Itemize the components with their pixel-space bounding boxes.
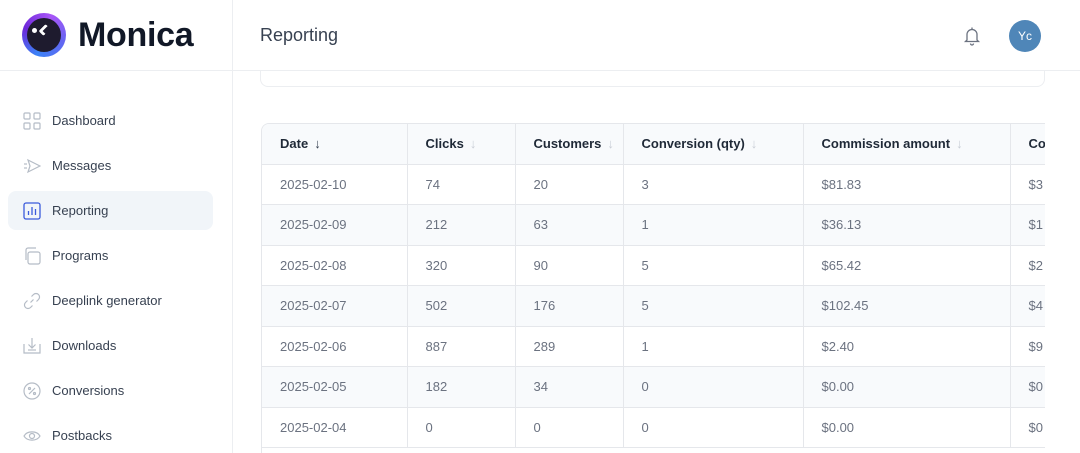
sidebar-item-label: Conversions — [52, 383, 125, 398]
cell-clicks: 887 — [407, 326, 516, 367]
table-row: 2025-02-10 74 20 3 $81.83 $3 — [262, 164, 1045, 205]
cell-commission: $0.00 — [803, 407, 1011, 448]
cell-commission: $102.45 — [803, 285, 1011, 327]
cell-clicks: 212 — [407, 204, 516, 246]
copy-icon — [23, 246, 41, 265]
cell-commission: $0.00 — [803, 366, 1011, 408]
report-table: Date ↓ Clicks ↓ Customers ↓ Conversion (qty… — [262, 124, 1045, 448]
cell-clicks: 0 — [407, 407, 516, 448]
table-row: 2025-02-08 320 90 5 $65.42 $2 — [262, 245, 1045, 286]
column-header-customers[interactable]: Customers ↓ — [515, 124, 624, 165]
sidebar-item-downloads[interactable]: Downloads — [8, 326, 213, 365]
table-row: 2025-02-04 0 0 0 $0.00 $0 — [262, 407, 1045, 448]
table-row: 2025-02-07 502 176 5 $102.45 $4 — [262, 285, 1045, 327]
brand[interactable]: Monica — [0, 0, 232, 71]
table-row: 2025-02-09 212 63 1 $36.13 $1 — [262, 204, 1045, 246]
cell-date: 2025-02-08 — [262, 245, 408, 286]
dashboard-icon — [23, 111, 41, 130]
cell-clicks: 502 — [407, 285, 516, 327]
cell-customers: 20 — [515, 164, 624, 205]
cell-truncated: $4 — [1010, 285, 1045, 327]
cell-conversion: 3 — [623, 164, 804, 205]
sidebar-item-programs[interactable]: Programs — [8, 236, 213, 275]
cell-commission: $65.42 — [803, 245, 1011, 286]
user-avatar[interactable]: Yc — [1009, 20, 1041, 52]
cell-truncated: $2 — [1010, 245, 1045, 286]
cell-conversion: 1 — [623, 204, 804, 246]
cell-customers: 63 — [515, 204, 624, 246]
brand-name: Monica — [78, 15, 194, 54]
report-table-container[interactable]: Date ↓ Clicks ↓ Customers ↓ Conversion (qty… — [261, 123, 1045, 453]
cell-customers: 0 — [515, 407, 624, 448]
cell-conversion: 5 — [623, 285, 804, 327]
send-icon — [23, 157, 41, 175]
sidebar-item-reporting[interactable]: Reporting — [8, 191, 213, 230]
sidebar-item-label: Programs — [52, 248, 109, 263]
cell-date: 2025-02-05 — [262, 366, 408, 408]
sort-arrow-down-icon[interactable]: ↓ — [751, 136, 758, 151]
sidebar-item-dashboard[interactable]: Dashboard — [8, 101, 213, 140]
sidebar-item-messages[interactable]: Messages — [8, 146, 213, 185]
sidebar-item-label: Deeplink generator — [52, 293, 162, 308]
cell-clicks: 320 — [407, 245, 516, 286]
sidebar-item-label: Postbacks — [52, 428, 112, 443]
page-title: Reporting — [260, 24, 339, 45]
eye-icon — [23, 427, 41, 445]
monica-logo-icon — [22, 13, 66, 57]
cell-commission: $36.13 — [803, 204, 1011, 246]
link-icon — [23, 292, 41, 310]
cell-truncated: $9 — [1010, 326, 1045, 367]
cell-date: 2025-02-04 — [262, 407, 408, 448]
cell-truncated: $3 — [1010, 164, 1045, 205]
column-header-truncated[interactable]: Co — [1010, 124, 1045, 165]
sidebar-item-label: Dashboard — [52, 113, 116, 128]
filter-card — [260, 70, 1045, 87]
table-row: 2025-02-06 887 289 1 $2.40 $9 — [262, 326, 1045, 367]
download-icon — [23, 337, 41, 355]
sidebar-item-label: Reporting — [52, 203, 109, 218]
sort-arrow-down-icon[interactable]: ↓ — [314, 136, 321, 151]
sidebar: Monica Dashboard Messages Reporting Prog… — [0, 0, 233, 453]
cell-commission: $81.83 — [803, 164, 1011, 205]
sidebar-nav: Dashboard Messages Reporting Programs De… — [0, 71, 232, 453]
cell-clicks: 74 — [407, 164, 516, 205]
sidebar-item-postbacks[interactable]: Postbacks — [8, 416, 213, 453]
cell-customers: 90 — [515, 245, 624, 286]
cell-customers: 289 — [515, 326, 624, 367]
sidebar-item-conversions[interactable]: Conversions — [8, 371, 213, 410]
top-header: Reporting Yc — [233, 0, 1080, 71]
cell-date: 2025-02-07 — [262, 285, 408, 327]
cell-conversion: 5 — [623, 245, 804, 286]
sort-arrow-down-icon[interactable]: ↓ — [956, 136, 963, 151]
cell-customers: 34 — [515, 366, 624, 408]
cell-truncated: $0 — [1010, 366, 1045, 408]
column-header-clicks[interactable]: Clicks ↓ — [407, 124, 516, 165]
cell-conversion: 0 — [623, 407, 804, 448]
cell-conversion: 1 — [623, 326, 804, 367]
cell-truncated: $1 — [1010, 204, 1045, 246]
table-header-row: Date ↓ Clicks ↓ Customers ↓ Conversion (qty… — [262, 124, 1045, 165]
cell-truncated: $0 — [1010, 407, 1045, 448]
sidebar-item-deeplink-generator[interactable]: Deeplink generator — [8, 281, 213, 320]
sidebar-item-label: Messages — [52, 158, 112, 173]
cell-customers: 176 — [515, 285, 624, 327]
sidebar-item-label: Downloads — [52, 338, 117, 353]
cell-conversion: 0 — [623, 366, 804, 408]
column-header-conversion-qty[interactable]: Conversion (qty) ↓ — [623, 124, 804, 165]
table-row: 2025-02-05 182 34 0 $0.00 $0 — [262, 366, 1045, 408]
percent-circle-icon — [23, 381, 41, 400]
sort-arrow-down-icon[interactable]: ↓ — [470, 136, 477, 151]
column-header-commission-amount[interactable]: Commission amount ↓ — [803, 124, 1011, 165]
cell-commission: $2.40 — [803, 326, 1011, 367]
sort-arrow-down-icon[interactable]: ↓ — [607, 136, 614, 151]
cell-clicks: 182 — [407, 366, 516, 408]
bell-icon[interactable] — [963, 26, 981, 46]
bar-chart-icon — [23, 201, 41, 220]
cell-date: 2025-02-10 — [262, 164, 408, 205]
cell-date: 2025-02-09 — [262, 204, 408, 246]
cell-date: 2025-02-06 — [262, 326, 408, 367]
column-header-date[interactable]: Date ↓ — [262, 124, 408, 165]
